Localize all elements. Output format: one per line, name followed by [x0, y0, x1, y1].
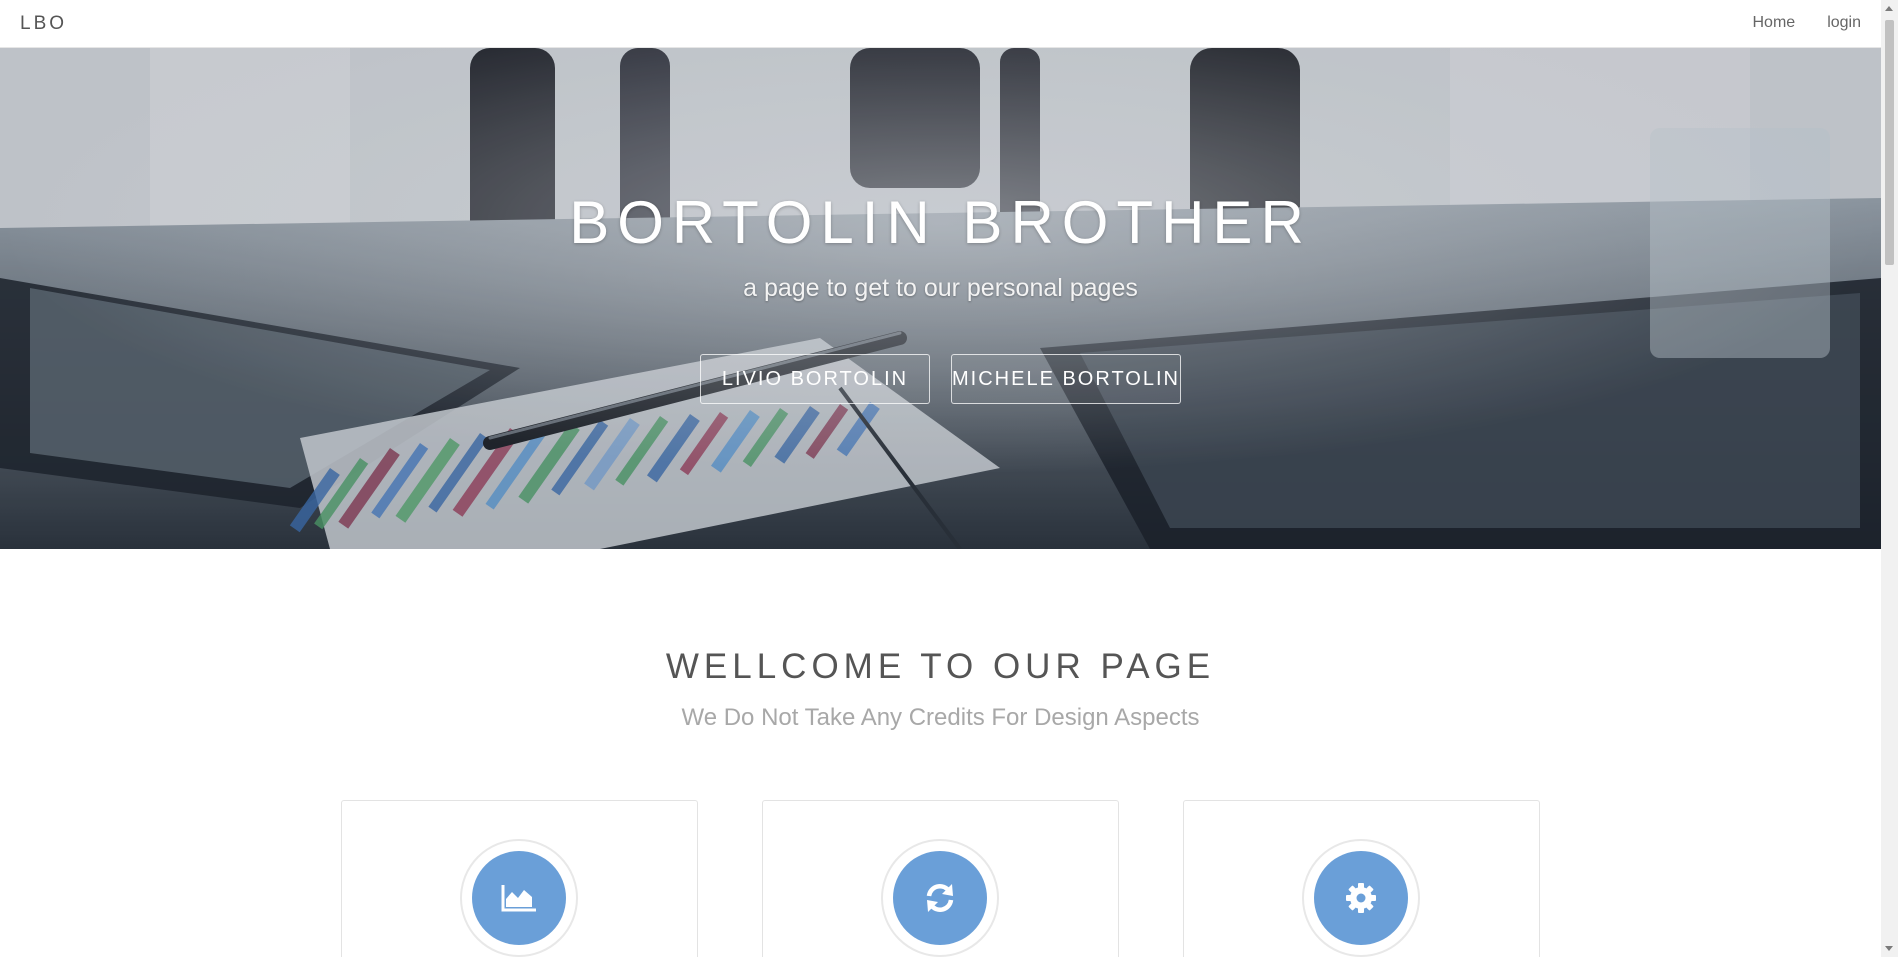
hero-subtitle: a page to get to our personal pages [743, 274, 1138, 302]
nav-login-link[interactable]: login [1827, 14, 1861, 32]
icon-ring [881, 839, 999, 957]
hero-title: BORTOLIN BROTHER [569, 189, 1312, 256]
page: LBO Home login BORTOLIN BROTHER a page t… [0, 0, 1881, 957]
hero-banner: BORTOLIN BROTHER a page to get to our pe… [0, 48, 1881, 549]
scroll-down-arrow-icon[interactable] [1885, 946, 1893, 951]
refresh-icon [893, 851, 987, 945]
gear-icon [1314, 851, 1408, 945]
nav-home-link[interactable]: Home [1753, 14, 1796, 32]
feature-card-2 [762, 800, 1119, 957]
nav-links: Home login [1753, 14, 1862, 32]
navbar: LBO Home login [0, 0, 1881, 48]
scroll-up-arrow-icon[interactable] [1885, 6, 1893, 11]
feature-card-3 [1183, 800, 1540, 957]
michele-bortolin-button[interactable]: MICHELE BORTOLIN [951, 354, 1181, 404]
welcome-title: WELLCOME TO OUR PAGE [665, 647, 1216, 686]
livio-bortolin-button[interactable]: LIVIO BORTOLIN [700, 354, 930, 404]
welcome-subtitle: We Do Not Take Any Credits For Design As… [681, 704, 1200, 731]
page-scrollbar[interactable] [1881, 0, 1898, 957]
area-chart-icon [472, 851, 566, 945]
feature-card-1 [341, 800, 698, 957]
icon-ring [460, 839, 578, 957]
brand-logo[interactable]: LBO [20, 13, 67, 35]
scroll-thumb[interactable] [1885, 20, 1894, 265]
icon-ring [1302, 839, 1420, 957]
